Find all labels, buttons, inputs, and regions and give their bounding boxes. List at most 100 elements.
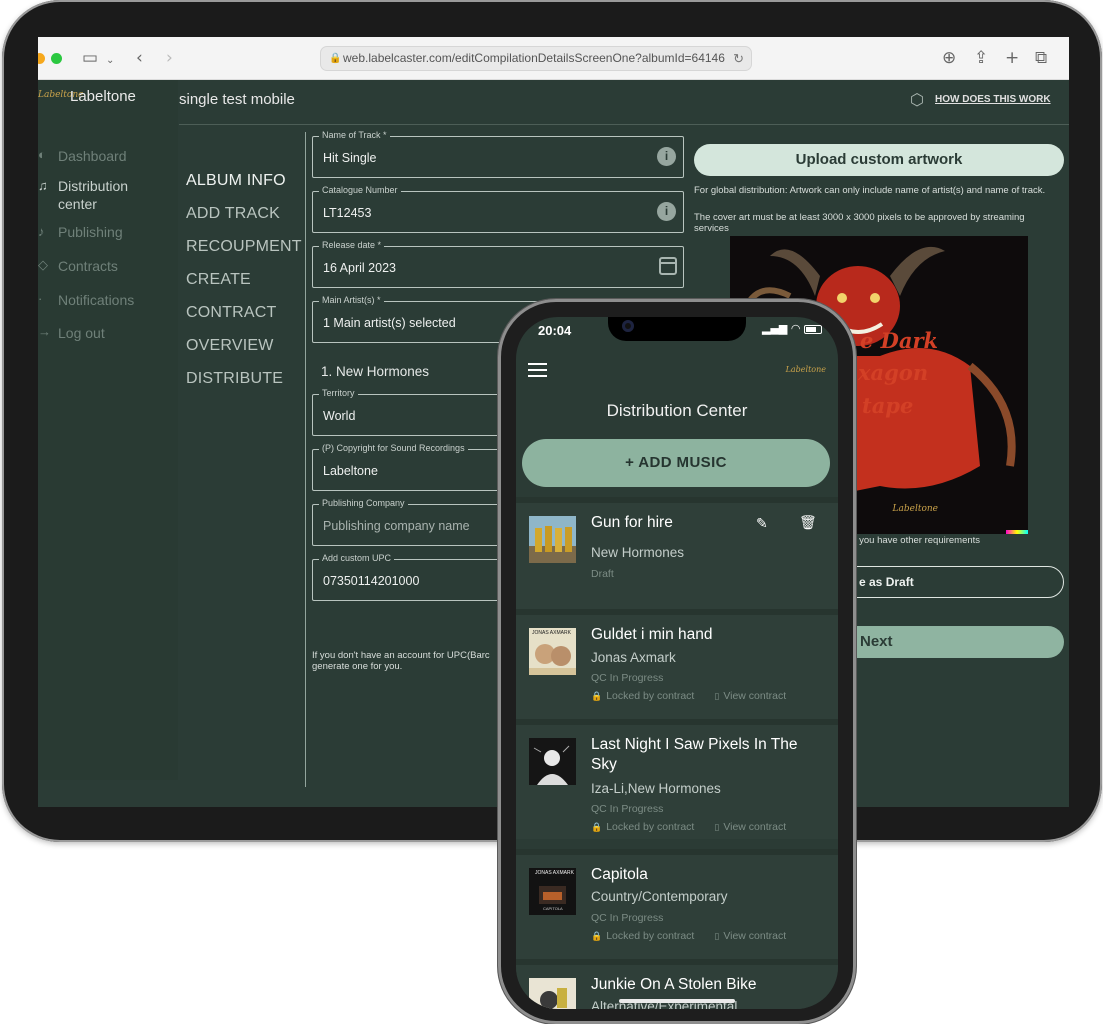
new-tab-icon[interactable]: + <box>1005 48 1019 68</box>
step-overview[interactable]: OVERVIEW <box>186 337 274 355</box>
catalogue-number-field[interactable]: Catalogue Number LT12453 i <box>312 185 684 233</box>
hexagon-help-icon[interactable]: ⬡ <box>910 90 924 109</box>
lock-icon: 🔒 <box>591 692 603 702</box>
step-recoupment[interactable]: RECOUPMENT <box>186 238 302 256</box>
track-card[interactable]: JONAS AXMARK CAPITOLA Capitola Country/C… <box>516 849 838 959</box>
sidebar-item-notifications[interactable]: Notifications <box>58 292 134 308</box>
brand-name: Labeltone <box>70 88 136 105</box>
track-title: Guldet i min hand <box>591 626 713 643</box>
wifi-icon: ◠ <box>790 322 801 335</box>
release-date-label: Release date * <box>319 240 385 250</box>
menu-icon[interactable] <box>528 363 547 381</box>
trash-icon[interactable]: 🗑 <box>799 515 817 531</box>
info-icon[interactable]: i <box>657 202 676 221</box>
window-zoom-button[interactable] <box>51 53 62 64</box>
step-distribute[interactable]: DISTRIBUTE <box>186 370 283 388</box>
publishing-company-placeholder: Publishing company name <box>323 519 470 533</box>
view-contract-link[interactable]: View contract <box>723 821 786 833</box>
info-icon[interactable]: i <box>657 147 676 166</box>
lock-icon: 🔒 <box>591 932 603 942</box>
track-artist: Country/Contemporary <box>591 889 728 904</box>
sidebar: Labeltone Labeltone ◐ Dashboard ♫ Distri… <box>38 80 178 780</box>
sidebar-item-contracts[interactable]: Contracts <box>58 258 118 274</box>
locked-label: Locked by contract <box>606 690 695 702</box>
signal-icon: ▂▄▆ <box>762 322 788 335</box>
upload-artwork-button[interactable]: Upload custom artwork <box>694 144 1064 176</box>
track-title: Junkie On A Stolen Bike <box>591 976 757 993</box>
custom-upc-label: Add custom UPC <box>319 553 395 563</box>
track-status: Draft <box>591 568 614 580</box>
status-icons: ▂▄▆ ◠ <box>762 322 822 335</box>
track-artist: New Hormones <box>591 545 685 560</box>
reload-icon[interactable]: ↻ <box>729 47 744 70</box>
lock-icon: 🔒 <box>591 823 603 833</box>
address-bar[interactable]: 🔒 web.labelcaster.com/editCompilationDet… <box>320 46 752 71</box>
tab-overview-icon[interactable]: ⧉ <box>1035 48 1047 68</box>
url-text: web.labelcaster.com/editCompilationDetai… <box>343 51 725 65</box>
track-card[interactable]: Gun for hire ✎ 🗑 New Hormones Draft <box>516 497 838 609</box>
track-meta: 🔒 Locked by contract ▯ View contract <box>591 690 786 702</box>
requirements-note: ter if you have other requirements <box>838 535 981 546</box>
locked-label: Locked by contract <box>606 930 695 942</box>
chevron-down-icon[interactable]: ⌄ <box>106 51 114 71</box>
album-thumbnail <box>529 978 576 1009</box>
dashboard-icon: ◐ <box>38 147 46 162</box>
add-music-button[interactable]: + ADD MUSIC <box>522 439 830 487</box>
territory-value: World <box>323 409 356 423</box>
album-thumbnail <box>529 738 576 785</box>
track-meta: 🔒 Locked by contract ▯ View contract <box>591 930 786 942</box>
custom-upc-value: 07350114201000 <box>323 574 420 588</box>
main-artist-value: 1 Main artist(s) selected <box>323 316 456 330</box>
status-time: 20:04 <box>538 323 572 338</box>
catalogue-number-label: Catalogue Number <box>319 185 401 195</box>
release-date-field[interactable]: Release date * 16 April 2023 <box>312 240 684 288</box>
sidebar-item-log-out[interactable]: Log out <box>58 325 105 341</box>
how-does-this-work-link[interactable]: HOW DOES THIS WORK <box>935 94 1051 105</box>
calendar-icon[interactable] <box>659 257 677 275</box>
share-icon[interactable]: ⇪ <box>974 48 988 68</box>
track-card[interactable]: JONAS AXMARK Guldet i min hand Jonas Axm… <box>516 609 838 719</box>
view-contract-link[interactable]: View contract <box>723 690 786 702</box>
step-contract[interactable]: CONTRACT <box>186 304 276 322</box>
track-status: QC In Progress <box>591 672 664 684</box>
lock-icon: 🔒 <box>329 53 342 64</box>
document-icon: ▯ <box>714 823 720 833</box>
page-title: single test mobile <box>179 91 295 108</box>
logout-icon: → <box>38 324 51 339</box>
contracts-icon: ◇ <box>38 257 48 272</box>
track-name-label: Name of Track * <box>319 130 390 140</box>
sidebar-item-distribution-center[interactable]: Distribution center <box>58 177 168 213</box>
thumbnail-text: JONAS AXMARK <box>532 630 571 636</box>
step-add-track[interactable]: ADD TRACK <box>186 205 280 223</box>
track-title: Gun for hire <box>591 514 673 531</box>
edit-icon[interactable]: ✎ <box>756 516 768 532</box>
track-title: Last Night I Saw Pixels In The Sky <box>591 736 798 773</box>
track-card[interactable]: Last Night I Saw Pixels In The Sky Iza-L… <box>516 719 838 839</box>
view-contract-link[interactable]: View contract <box>723 930 786 942</box>
back-icon[interactable]: ‹ <box>136 48 143 68</box>
track-artist: Jonas Axmark <box>591 650 676 665</box>
step-create[interactable]: CREATE <box>186 271 251 289</box>
track-name-value: Hit Single <box>323 151 377 165</box>
track-name-field[interactable]: Name of Track * Hit Single i <box>312 130 684 178</box>
download-icon[interactable]: ⊕ <box>942 48 956 68</box>
battery-icon <box>804 324 822 334</box>
artwork-text-line-1: e Dark <box>860 328 939 353</box>
upc-note: If you don't have an account for UPC(Bar… <box>312 650 490 672</box>
sidebar-item-dashboard[interactable]: Dashboard <box>58 148 127 164</box>
track-meta: 🔒 Locked by contract ▯ View contract <box>591 821 786 833</box>
album-thumbnail: JONAS AXMARK CAPITOLA <box>529 868 576 915</box>
main-artist-label: Main Artist(s) * <box>319 295 384 305</box>
document-icon: ▯ <box>714 932 720 942</box>
track-status: QC In Progress <box>591 803 664 815</box>
phone-device: 20:04 ▂▄▆ ◠ Labeltone Distribution Cente… <box>498 299 856 1024</box>
forward-icon[interactable]: › <box>166 48 173 68</box>
window-minimize-button[interactable] <box>38 53 45 64</box>
release-date-value: 16 April 2023 <box>323 261 396 275</box>
artwork-note-resolution: The cover art must be at least 3000 x 30… <box>694 212 1025 234</box>
publishing-icon: ♪ <box>38 224 45 239</box>
sidebar-item-publishing[interactable]: Publishing <box>58 224 123 240</box>
step-album-info[interactable]: ALBUM INFO <box>186 172 286 190</box>
sidebar-toggle-icon[interactable]: ▭ <box>82 48 98 68</box>
brand-logo: Labeltone <box>785 365 826 374</box>
